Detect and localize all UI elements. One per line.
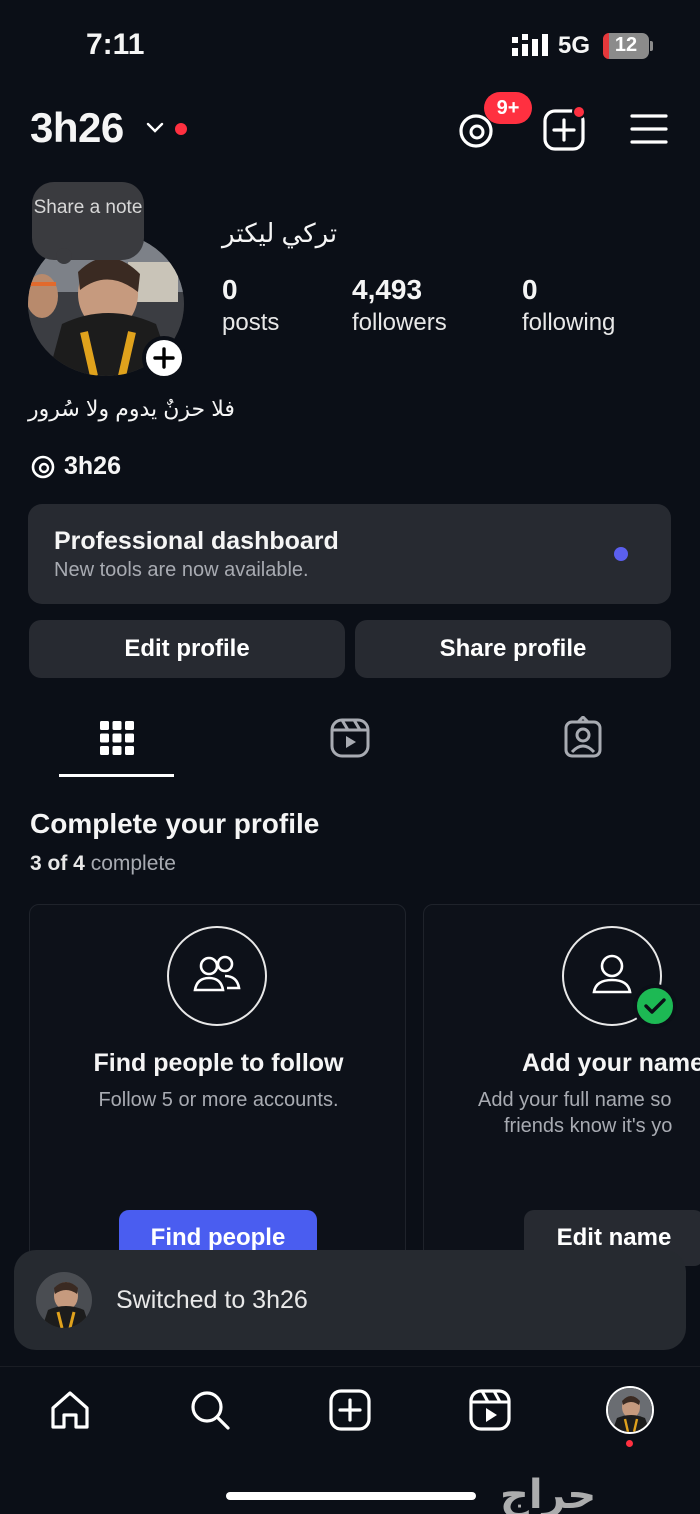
home-icon[interactable] xyxy=(48,1388,92,1432)
search-icon[interactable] xyxy=(188,1388,232,1432)
threads-profile-link[interactable]: 3h26 xyxy=(30,452,121,481)
profile-tab-avatar[interactable] xyxy=(606,1386,654,1434)
toast-message: Switched to 3h26 xyxy=(116,1286,308,1314)
followers-stat[interactable]: 4,493 followers xyxy=(352,272,447,338)
plus-icon xyxy=(153,347,175,369)
battery-level: 12 xyxy=(614,34,638,56)
profile-bio: فلا حزنٌ يدوم ولا سُرور xyxy=(28,396,235,421)
followers-label: followers xyxy=(352,309,447,336)
threads-icon xyxy=(31,455,55,478)
account-switched-toast xyxy=(14,1250,686,1350)
following-stat[interactable]: 0 following xyxy=(522,272,615,338)
watermark-logo: حراج xyxy=(500,1473,597,1514)
progress-count: 3 of 4 xyxy=(30,852,85,875)
battery-indicator: 12 xyxy=(603,33,649,59)
card-subtitle-line1: Add your full name so xyxy=(478,1089,672,1111)
progress-word: complete xyxy=(90,852,176,875)
reels-icon[interactable] xyxy=(328,716,372,760)
dashboard-unread-dot xyxy=(614,547,628,561)
complete-profile-progress: 3 of 4 complete xyxy=(30,852,176,876)
edit-profile-button[interactable]: Edit profile xyxy=(29,620,345,678)
reels-icon[interactable] xyxy=(468,1388,512,1432)
chevron-down-icon[interactable] xyxy=(146,118,164,136)
people-icon-circle xyxy=(167,926,267,1026)
note-bubble[interactable]: Share a note xyxy=(32,182,144,260)
active-tab-indicator xyxy=(59,774,174,777)
find-people-card: Find people to follow Follow 5 or more a… xyxy=(29,904,406,1266)
notification-dot xyxy=(175,123,187,135)
status-time: 7:11 xyxy=(86,28,145,61)
complete-profile-title: Complete your profile xyxy=(30,808,320,839)
create-icon[interactable] xyxy=(328,1388,372,1432)
posts-label: posts xyxy=(222,309,280,336)
share-profile-button[interactable]: Share profile xyxy=(355,620,671,678)
following-count: 0 xyxy=(522,274,538,305)
account-switcher[interactable]: 3h26 xyxy=(30,104,124,152)
add-story-button[interactable] xyxy=(142,336,186,380)
following-label: following xyxy=(522,309,616,336)
display-name: تركي ليكتر xyxy=(222,218,338,248)
network-type: 5G xyxy=(558,32,591,59)
check-icon xyxy=(633,984,677,1028)
dashboard-subtitle: New tools are now available. xyxy=(54,559,309,581)
add-name-card: Add your name Add your full name so frie… xyxy=(423,904,700,1266)
threads-badge: 9+ xyxy=(484,92,532,124)
card-subtitle-line2: friends know it's yo xyxy=(504,1115,673,1137)
battery-tip xyxy=(650,41,653,51)
toast-avatar xyxy=(36,1272,92,1328)
posts-count: 0 xyxy=(222,274,238,305)
people-icon xyxy=(193,955,241,992)
signal-icon xyxy=(512,34,548,56)
posts-stat[interactable]: 0 posts xyxy=(222,272,279,338)
card-subtitle: Follow 5 or more accounts. xyxy=(98,1089,339,1111)
card-title: Find people to follow xyxy=(93,1049,344,1077)
note-bubble-tail xyxy=(56,248,72,264)
followers-count: 4,493 xyxy=(352,274,423,305)
menu-icon[interactable] xyxy=(630,112,668,146)
dashboard-title: Professional dashboard xyxy=(54,527,339,555)
card-title: Add your name xyxy=(522,1049,700,1077)
profile-notification-dot xyxy=(626,1440,633,1447)
threads-handle: 3h26 xyxy=(64,452,121,480)
new-post-dot xyxy=(572,105,586,119)
tagged-icon[interactable] xyxy=(561,716,605,760)
home-indicator[interactable] xyxy=(226,1492,476,1500)
grid-icon[interactable] xyxy=(95,716,139,760)
